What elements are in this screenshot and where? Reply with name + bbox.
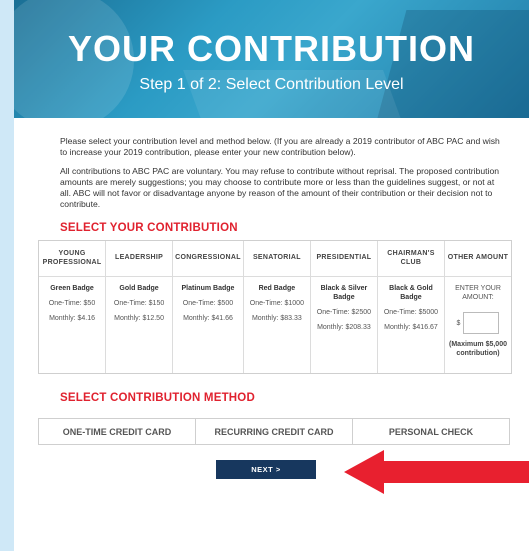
level-header: OTHER AMOUNT — [444, 241, 512, 277]
currency-symbol: $ — [456, 319, 461, 327]
next-button[interactable]: NEXT > — [216, 460, 316, 479]
level-header: SENATORIAL — [243, 241, 310, 277]
contribution-levels-table: YOUNG PROFESSIONAL Green Badge One-Time:… — [38, 240, 512, 374]
level-congressional[interactable]: CONGRESSIONAL Platinum Badge One-Time: $… — [173, 241, 244, 373]
step-subtitle: Step 1 of 2: Select Contribution Level — [139, 76, 404, 93]
level-young-professional[interactable]: YOUNG PROFESSIONAL Green Badge One-Time:… — [39, 241, 107, 373]
method-personal-check[interactable]: PERSONAL CHECK — [353, 419, 509, 444]
hero-banner: YOUR CONTRIBUTION Step 1 of 2: Select Co… — [14, 0, 529, 118]
onetime-amount: One-Time: $500 — [182, 300, 234, 307]
select-contribution-heading: SELECT YOUR CONTRIBUTION — [60, 222, 238, 234]
badge-name: Black & Silver Badge — [320, 285, 368, 301]
select-method-heading: SELECT CONTRIBUTION METHOD — [60, 392, 255, 404]
amount-prompt: ENTER YOUR AMOUNT: — [455, 285, 501, 301]
level-senatorial[interactable]: SENATORIAL Red Badge One-Time: $1000 Mon… — [243, 241, 311, 373]
page-title: YOUR CONTRIBUTION — [68, 28, 475, 69]
onetime-amount: One-Time: $2500 — [316, 309, 372, 316]
level-header: CONGRESSIONAL — [173, 241, 243, 277]
level-header: LEADERSHIP — [106, 241, 173, 277]
monthly-amount: Monthly: $4.16 — [49, 315, 95, 322]
level-other-amount: OTHER AMOUNT ENTER YOUR AMOUNT: $ (Maxim… — [444, 241, 512, 373]
badge-name: Red Badge — [258, 285, 296, 292]
monthly-amount: Monthly: $12.50 — [114, 315, 164, 322]
badge-name: Black & Gold Badge — [389, 285, 433, 301]
page: YOUR CONTRIBUTION Step 1 of 2: Select Co… — [14, 0, 529, 551]
intro-paragraph: All contributions to ABC PAC are volunta… — [60, 166, 499, 209]
onetime-amount: One-Time: $1000 — [249, 300, 304, 307]
level-presidential[interactable]: PRESIDENTIAL Black & Silver Badge One-Ti… — [310, 241, 378, 373]
onetime-amount: One-Time: $5000 — [383, 309, 439, 316]
monthly-amount: Monthly: $83.33 — [251, 315, 302, 322]
badge-name: Platinum Badge — [181, 285, 235, 292]
contribution-method-options: ONE-TIME CREDIT CARD RECURRING CREDIT CA… — [38, 418, 510, 445]
badge-name: Gold Badge — [119, 285, 159, 292]
level-header: YOUNG PROFESSIONAL — [39, 241, 106, 277]
level-leadership[interactable]: LEADERSHIP Gold Badge One-Time: $150 Mon… — [106, 241, 174, 373]
badge-name: Green Badge — [50, 285, 94, 292]
method-one-time-credit-card[interactable]: ONE-TIME CREDIT CARD — [39, 419, 196, 444]
other-amount-input[interactable] — [463, 312, 500, 334]
onetime-amount: One-Time: $150 — [113, 300, 165, 307]
level-header: CHAIRMAN'S CLUB — [377, 241, 444, 277]
pointer-arrow-icon — [344, 450, 529, 494]
max-contribution-note: (Maximum $5,000 contribution) — [449, 341, 507, 357]
monthly-amount: Monthly: $416.67 — [384, 324, 438, 331]
method-recurring-credit-card[interactable]: RECURRING CREDIT CARD — [196, 419, 353, 444]
intro-paragraph: Please select your contribution level an… — [60, 136, 500, 157]
level-header: PRESIDENTIAL — [310, 241, 377, 277]
intro-text: Please select your contribution level an… — [60, 136, 500, 218]
level-chairmans-club[interactable]: CHAIRMAN'S CLUB Black & Gold Badge One-T… — [377, 241, 445, 373]
onetime-amount: One-Time: $50 — [48, 300, 96, 307]
monthly-amount: Monthly: $41.66 — [183, 315, 233, 322]
monthly-amount: Monthly: $208.33 — [317, 324, 371, 331]
